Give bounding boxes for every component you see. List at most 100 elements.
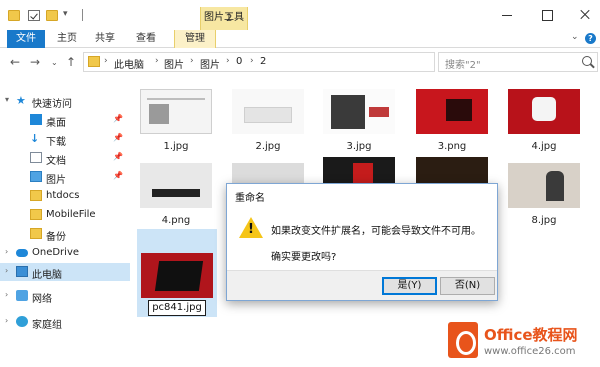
separator: [82, 9, 83, 21]
file-item[interactable]: 8.jpg: [508, 163, 580, 229]
homegroup-icon: [16, 316, 28, 327]
file-item[interactable]: 3.png: [416, 89, 488, 155]
dialog-question: 确实要更改吗?: [271, 252, 337, 263]
help-icon[interactable]: ?: [585, 33, 596, 44]
rename-input[interactable]: pc841.jpg: [148, 300, 206, 316]
tab-home[interactable]: 主页: [52, 30, 82, 48]
chevron-right-icon[interactable]: ›: [155, 56, 159, 66]
sidebar-item-label: 图片: [46, 175, 66, 186]
close-icon[interactable]: [578, 8, 592, 22]
yes-button[interactable]: 是(Y): [382, 277, 437, 295]
thumbnail: [232, 89, 304, 134]
file-name: 3.png: [437, 141, 467, 152]
dialog-message: 如果改变文件扩展名，可能会导致文件不可用。: [271, 226, 481, 237]
file-item[interactable]: 4.png: [140, 163, 212, 229]
file-name: 2.jpg: [255, 141, 281, 152]
sidebar-item-pictures[interactable]: 图片 📌: [0, 168, 130, 186]
up-icon[interactable]: ↑: [66, 55, 76, 69]
maximize-icon[interactable]: [540, 8, 554, 22]
file-name: 4.png: [161, 215, 191, 226]
folder-icon: [30, 190, 42, 201]
thumbnail: [416, 157, 488, 185]
breadcrumb-2[interactable]: 2: [260, 56, 266, 67]
thumbnail: [232, 163, 304, 185]
sidebar-item-backup[interactable]: 备份: [0, 225, 130, 243]
window-title: 2: [226, 13, 233, 24]
search-placeholder: 搜索"2": [445, 60, 481, 71]
sidebar-item-onedrive[interactable]: › OneDrive: [0, 244, 130, 262]
file-item[interactable]: 3.jpg: [323, 89, 395, 155]
file-item[interactable]: 4.jpg: [508, 89, 580, 155]
thumbnail: [323, 157, 395, 185]
quick-access-dropdown-icon[interactable]: ▾: [63, 9, 68, 19]
sidebar-item-mobilefile[interactable]: MobileFile: [0, 206, 130, 224]
chevron-down-icon[interactable]: ▾: [5, 95, 9, 104]
thumbnail: [323, 89, 395, 134]
folder-icon: [8, 10, 20, 21]
chevron-right-icon[interactable]: ›: [5, 316, 8, 325]
computer-icon: [16, 266, 28, 277]
tab-share[interactable]: 共享: [90, 30, 120, 48]
warning-mark: !: [248, 222, 254, 237]
address-bar[interactable]: › 此电脑 › 图片 › 图片 › 0 › 2 ⌄ ↻: [83, 52, 511, 72]
tab-view[interactable]: 查看: [131, 30, 161, 48]
properties-icon[interactable]: [28, 10, 40, 21]
file-item[interactable]: 1.jpg: [140, 89, 212, 155]
chevron-right-icon[interactable]: ›: [5, 266, 8, 275]
forward-icon[interactable]: →: [30, 55, 40, 69]
search-box[interactable]: 搜索"2": [438, 52, 598, 72]
rename-dialog: 重命名 ! 如果改变文件扩展名，可能会导致文件不可用。 确实要更改吗? 是(Y)…: [226, 183, 498, 301]
watermark: Office教程网 www.office26.com: [444, 316, 600, 367]
breadcrumb-pictures[interactable]: 图片: [164, 56, 184, 71]
sidebar-item-quick-access[interactable]: ▾ ★ 快速访问: [0, 92, 130, 110]
pin-icon: 📌: [113, 152, 123, 161]
chevron-right-icon[interactable]: ›: [250, 56, 254, 66]
thumbnail: [141, 253, 213, 298]
star-icon: ★: [16, 94, 26, 107]
file-item[interactable]: [416, 157, 488, 185]
chevron-right-icon[interactable]: ›: [104, 56, 108, 66]
watermark-url: www.office26.com: [484, 346, 576, 357]
breadcrumb-pictures-sub[interactable]: 图片: [200, 56, 220, 71]
pin-icon: 📌: [113, 171, 123, 180]
sidebar-item-label: 网络: [32, 294, 52, 305]
chevron-right-icon[interactable]: ›: [5, 247, 8, 256]
sidebar-item-homegroup[interactable]: › 家庭组: [0, 313, 130, 331]
breadcrumb-0[interactable]: 0: [236, 56, 242, 67]
expand-ribbon-icon[interactable]: ⌄: [571, 32, 579, 42]
new-folder-icon[interactable]: [46, 10, 58, 21]
navigation-pane: ▾ ★ 快速访问 桌面 📌 ↓ 下载 📌 文档 📌 图片 📌 htdocs Mo…: [0, 80, 130, 367]
chevron-right-icon[interactable]: ›: [190, 56, 194, 66]
tab-file[interactable]: 文件: [7, 30, 45, 48]
pictures-icon: [30, 171, 42, 182]
minimize-icon[interactable]: [500, 8, 514, 22]
office-logo-icon: [448, 322, 478, 358]
tab-manage[interactable]: 管理: [174, 30, 216, 48]
search-icon[interactable]: [582, 56, 592, 66]
thumbnail: [508, 163, 580, 208]
file-name: 3.jpg: [346, 141, 372, 152]
chevron-right-icon[interactable]: ›: [226, 56, 230, 66]
no-button[interactable]: 否(N): [440, 277, 495, 295]
download-icon: ↓: [30, 132, 40, 145]
breadcrumb-this-pc[interactable]: 此电脑: [114, 56, 144, 71]
sidebar-item-downloads[interactable]: ↓ 下载 📌: [0, 130, 130, 148]
file-item[interactable]: [141, 253, 213, 298]
sidebar-item-label: OneDrive: [32, 247, 80, 258]
sidebar-item-network[interactable]: › 网络: [0, 287, 130, 305]
sidebar-item-htdocs[interactable]: htdocs: [0, 187, 130, 205]
back-icon[interactable]: ←: [10, 55, 20, 69]
cloud-icon: [16, 249, 28, 257]
sidebar-item-this-pc[interactable]: › 此电脑: [0, 263, 130, 281]
sidebar-item-label: 备份: [46, 232, 66, 243]
folder-icon: [30, 209, 42, 220]
file-item[interactable]: [323, 157, 395, 185]
chevron-right-icon[interactable]: ›: [5, 290, 8, 299]
file-item[interactable]: 2.jpg: [232, 89, 304, 155]
recent-locations-icon[interactable]: ⌄: [51, 58, 58, 67]
sidebar-item-desktop[interactable]: 桌面 📌: [0, 111, 130, 129]
pin-icon: 📌: [113, 114, 123, 123]
sidebar-item-documents[interactable]: 文档 📌: [0, 149, 130, 167]
folder-icon: [88, 56, 100, 67]
sidebar-item-label: 此电脑: [32, 270, 62, 281]
